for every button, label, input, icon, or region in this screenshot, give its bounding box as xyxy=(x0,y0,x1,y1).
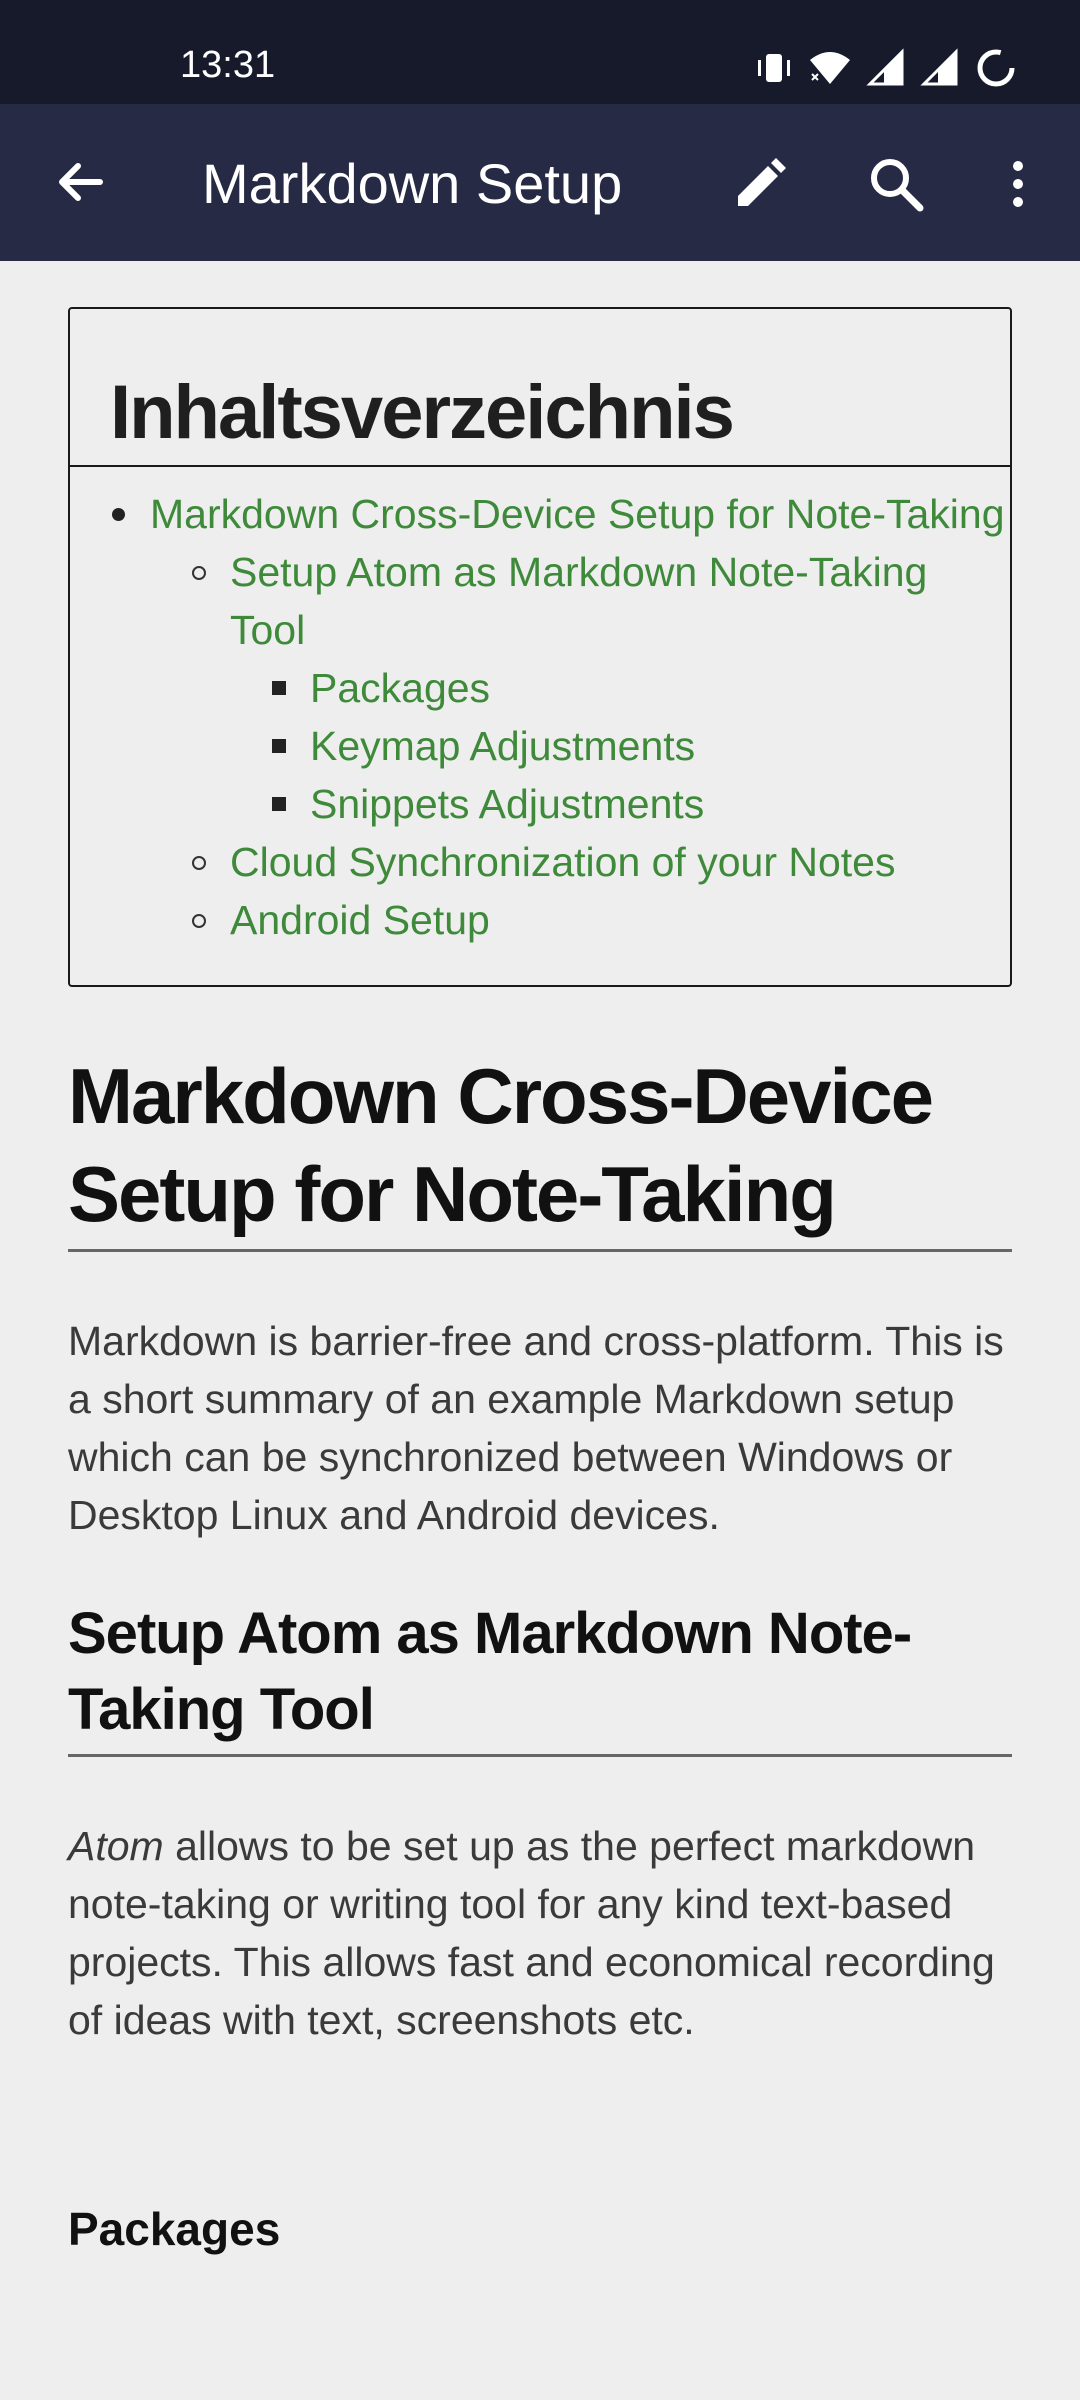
toc-link[interactable]: Android Setup xyxy=(230,891,1010,949)
toc-link[interactable]: Setup Atom as Markdown Note-Taking Tool xyxy=(230,543,1010,659)
toc-item: Setup Atom as Markdown Note-Taking Tool … xyxy=(190,543,1010,833)
toc-link[interactable]: Snippets Adjustments xyxy=(310,775,1010,833)
wifi-icon xyxy=(808,48,852,88)
toc-sublist: Packages Keymap Adjustments Snippets Adj… xyxy=(230,659,1010,833)
signal-icon xyxy=(866,48,906,88)
search-button[interactable] xyxy=(864,152,928,216)
toc-item: Packages xyxy=(270,659,1010,717)
bullet-circle xyxy=(192,914,206,928)
edit-button[interactable] xyxy=(728,152,792,216)
signal-icon-2 xyxy=(920,48,960,88)
bullet-square xyxy=(272,681,286,695)
atom-paragraph-text: allows to be set up as the perfect markd… xyxy=(68,1823,995,2043)
article-content: Inhaltsverzeichnis Markdown Cross-Device… xyxy=(68,261,1012,2259)
toc-title: Inhaltsverzeichnis xyxy=(70,309,1010,467)
atom-paragraph: Atom allows to be set up as the perfect … xyxy=(68,1817,1012,2049)
toc-link[interactable]: Markdown Cross-Device Setup for Note-Tak… xyxy=(150,485,1010,543)
toc-item: Android Setup xyxy=(190,891,1010,949)
toc-item: Markdown Cross-Device Setup for Note-Tak… xyxy=(110,485,1010,949)
status-bar: 13:31 xyxy=(0,0,1080,104)
toc-list: Markdown Cross-Device Setup for Note-Tak… xyxy=(70,467,1010,949)
toc-item: Cloud Synchronization of your Notes xyxy=(190,833,1010,891)
toc-link[interactable]: Packages xyxy=(310,659,1010,717)
bullet-circle xyxy=(192,566,206,580)
back-button[interactable] xyxy=(48,150,112,214)
app-bar: Markdown Setup xyxy=(0,104,1080,261)
toc-link[interactable]: Cloud Synchronization of your Notes xyxy=(230,833,1010,891)
toc-item: Snippets Adjustments xyxy=(270,775,1010,833)
battery-saver-icon xyxy=(974,46,1018,90)
pencil-icon xyxy=(738,158,786,206)
bullet-square xyxy=(272,797,286,811)
more-vert-icon xyxy=(1013,161,1023,207)
bullet-disc xyxy=(112,508,125,521)
heading-1: Markdown Cross-Device Setup for Note-Tak… xyxy=(68,1047,1012,1252)
intro-paragraph: Markdown is barrier-free and cross-platf… xyxy=(68,1318,1004,1538)
bullet-square xyxy=(272,739,286,753)
heading-2: Setup Atom as Markdown Note-Taking Tool xyxy=(68,1596,1012,1757)
more-options-button[interactable] xyxy=(990,152,1046,216)
app-title: Markdown Setup xyxy=(202,152,623,215)
toc-link[interactable]: Keymap Adjustments xyxy=(310,717,1010,775)
vibrate-icon xyxy=(754,48,794,88)
arrow-back-icon xyxy=(59,163,103,201)
atom-emphasis: Atom xyxy=(68,1823,164,1869)
status-icons xyxy=(754,46,1018,90)
heading-3: Packages xyxy=(68,2203,281,2255)
search-icon xyxy=(871,159,924,212)
bullet-circle xyxy=(192,856,206,870)
table-of-contents: Inhaltsverzeichnis Markdown Cross-Device… xyxy=(68,307,1012,987)
status-time: 13:31 xyxy=(180,44,276,86)
toc-sublist: Setup Atom as Markdown Note-Taking Tool … xyxy=(150,543,1010,949)
toc-item: Keymap Adjustments xyxy=(270,717,1010,775)
